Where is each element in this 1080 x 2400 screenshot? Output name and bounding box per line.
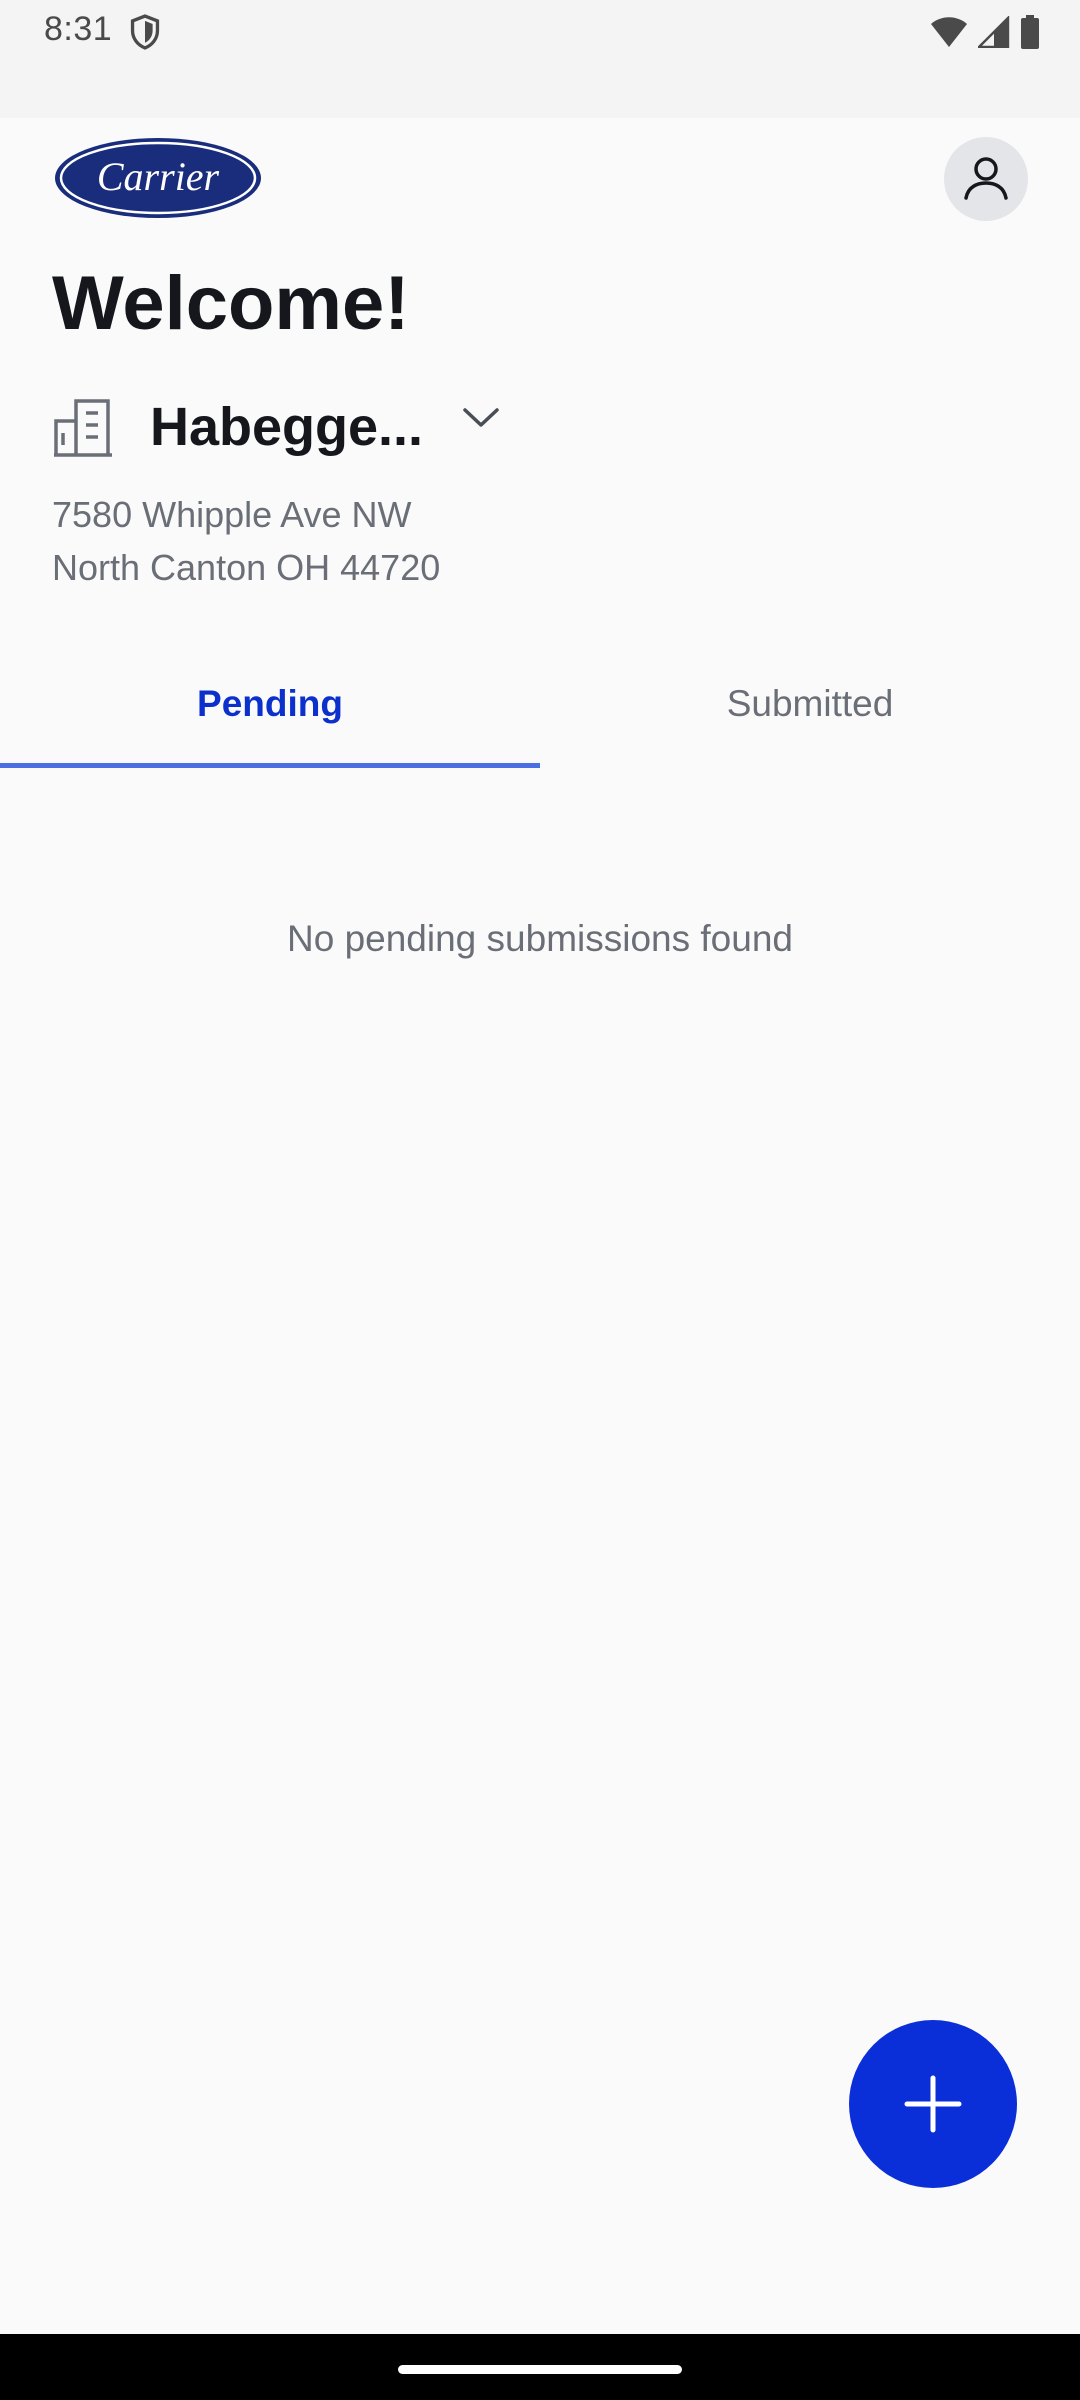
plus-icon	[904, 2075, 962, 2133]
add-submission-button[interactable]	[849, 2020, 1017, 2188]
top-app-bar-spacer	[0, 62, 1080, 118]
tab-active-indicator	[0, 763, 540, 768]
status-bar: 8:31	[0, 0, 1080, 62]
app-screen: 8:31 Carrier Welcome! Habegge... 7580 Wh…	[0, 0, 1080, 2400]
tab-submitted[interactable]: Submitted	[540, 640, 1080, 768]
status-icons	[930, 14, 1040, 50]
building-icon	[54, 399, 112, 457]
logo-text: Carrier	[97, 154, 220, 199]
chevron-down-icon	[463, 408, 499, 427]
carrier-logo: Carrier	[55, 138, 261, 218]
site-name: Habegge...	[150, 397, 424, 457]
empty-state-message: No pending submissions found	[287, 918, 793, 959]
tab-pending[interactable]: Pending	[0, 640, 540, 768]
address-line-1: 7580 Whipple Ave NW	[52, 494, 412, 535]
battery-icon	[1021, 15, 1039, 49]
address-line-2: North Canton OH 44720	[52, 547, 441, 588]
tab-pending-label: Pending	[197, 683, 343, 724]
tab-submitted-label: Submitted	[726, 683, 894, 724]
wifi-icon	[931, 17, 967, 47]
system-navigation-bar	[0, 2334, 1080, 2400]
person-icon	[964, 157, 1008, 200]
profile-button[interactable]	[944, 137, 1028, 221]
signal-icon	[978, 16, 1010, 48]
site-address: 7580 Whipple Ave NW North Canton OH 4472…	[52, 488, 440, 594]
tab-bar: Pending Submitted	[0, 640, 1080, 768]
page-title: Welcome!	[52, 261, 410, 346]
shield-icon	[130, 14, 160, 50]
home-gesture-handle[interactable]	[398, 2365, 682, 2374]
status-time: 8:31	[44, 10, 113, 48]
site-selector[interactable]: Habegge...	[52, 396, 501, 458]
